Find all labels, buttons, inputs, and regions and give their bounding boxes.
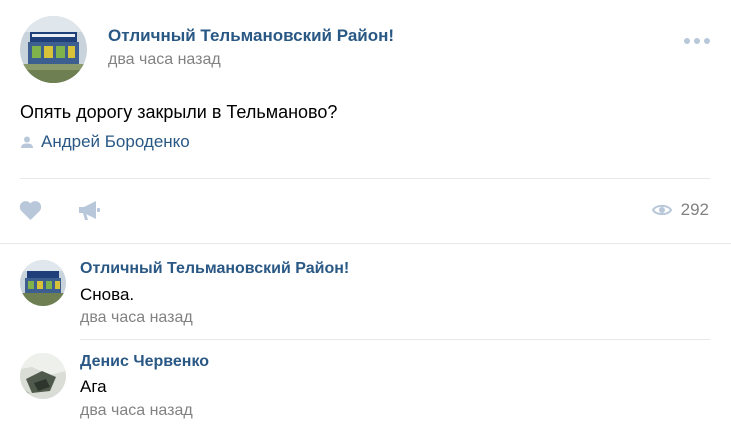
megaphone-icon[interactable] (78, 200, 100, 221)
post-signer[interactable]: Андрей Бороденко (20, 132, 190, 152)
comment-timestamp[interactable]: два часа назад (80, 402, 193, 420)
comment-timestamp[interactable]: два часа назад (80, 309, 193, 327)
comment-divider (80, 339, 710, 340)
comment-text: Снова. (80, 285, 135, 304)
signer-name-link[interactable]: Андрей Бороденко (41, 132, 190, 152)
comment-avatar[interactable] (20, 353, 66, 399)
group-avatar[interactable] (20, 16, 87, 83)
user-icon (21, 136, 33, 148)
comment-author-link[interactable]: Денис Червенко (80, 353, 209, 371)
views-count: 292 (680, 200, 709, 219)
post-author-link[interactable]: Отличный Тельмановский Район! (108, 26, 394, 46)
comment-text: Ага (80, 377, 107, 396)
comments-divider (0, 243, 731, 244)
more-dots-icon[interactable] (683, 37, 711, 45)
views-counter: 292 (651, 199, 709, 221)
heart-icon[interactable] (19, 200, 42, 221)
post-timestamp[interactable]: два часа назад (108, 51, 221, 69)
wall-post: Отличный Тельмановский Район! два часа н… (0, 0, 731, 429)
post-text: Опять дорогу закрыли в Тельманово? (20, 102, 338, 122)
comment-author-link[interactable]: Отличный Тельмановский Район! (80, 260, 349, 278)
post-divider (20, 178, 710, 179)
eye-icon (651, 204, 672, 216)
comment-avatar[interactable] (20, 260, 66, 306)
